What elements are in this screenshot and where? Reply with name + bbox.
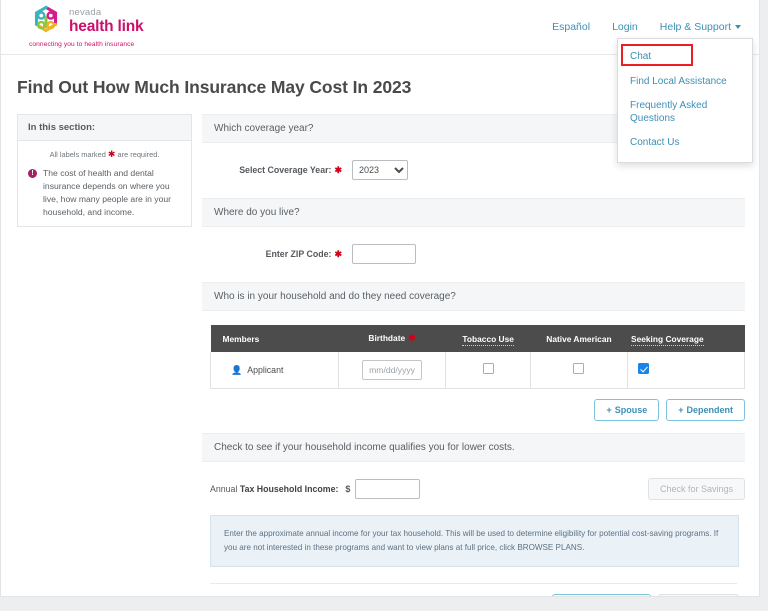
nav-item-espanol[interactable]: Español [552, 21, 590, 33]
col-seeking-coverage-label: Seeking Coverage [631, 333, 704, 346]
dropdown-item-contact-us[interactable]: Contact Us [618, 131, 752, 156]
required-note-pre: All labels marked [49, 150, 106, 159]
add-spouse-label: Spouse [614, 405, 648, 415]
required-asterisk-icon: ✱ [334, 164, 342, 175]
col-native-american-label: Native American [546, 333, 612, 344]
plus-icon: + [678, 405, 684, 415]
income-label-bold: Tax Household Income: [239, 484, 339, 494]
required-asterisk-icon: ✱ [334, 248, 342, 259]
page-container: nevada health link connecting you to hea… [0, 0, 760, 597]
footer-actions: Skip and Sign up Browse Plans [202, 584, 745, 596]
required-note-post: are required. [117, 150, 160, 159]
col-birthdate-label: Birthdate [368, 333, 406, 343]
tobacco-use-checkbox[interactable] [482, 363, 494, 374]
coverage-year-label-text: Select Coverage Year: [239, 164, 332, 175]
skip-and-sign-up-button[interactable]: Skip and Sign up [551, 594, 651, 596]
cell-seeking-coverage [626, 352, 745, 389]
person-icon: 👤 [231, 364, 243, 375]
add-dependent-label: Dependent [686, 405, 733, 415]
add-dependent-button[interactable]: + Dependent [666, 399, 745, 421]
table-header-row: Members Birthdate ✱ Tobacco Use Native Am… [210, 325, 745, 352]
dropdown-item-frequently-asked-questions[interactable]: Frequently Asked Questions [618, 94, 752, 131]
income-info-panel: Enter the approximate annual income for … [210, 515, 739, 568]
col-tobacco-use[interactable]: Tobacco Use [445, 325, 531, 352]
nav-help-support-label: Help & Support [659, 21, 731, 33]
sidebar-heading: In this section: [18, 115, 191, 141]
coverage-year-label: Select Coverage Year: ✱ [202, 165, 342, 176]
col-seeking-coverage[interactable]: Seeking Coverage [627, 325, 745, 352]
household-table: Members Birthdate ✱ Tobacco Use Native Am… [209, 325, 745, 389]
currency-symbol: $ [345, 484, 351, 494]
seeking-coverage-checkbox[interactable] [637, 363, 649, 374]
dropdown-item-chat[interactable]: Chat [618, 45, 752, 70]
annual-income-input[interactable] [355, 479, 421, 499]
section-heading-household: Who is in your household and do they nee… [202, 282, 745, 311]
income-label-plain: Annual [210, 484, 240, 494]
site-logo[interactable]: nevada health link connecting you to hea… [29, 4, 144, 48]
sidebar-info-text: The cost of health and dental insurance … [43, 168, 172, 217]
required-asterisk-icon: ✱ [107, 149, 116, 159]
coverage-year-select[interactable]: 2023 [352, 160, 408, 180]
plus-icon: + [606, 405, 612, 415]
member-name-text: Applicant [247, 364, 284, 375]
nav-item-help-support[interactable]: Help & Support [660, 21, 741, 33]
cell-birthdate [338, 352, 446, 389]
cell-member-name: 👤 Applicant [209, 352, 340, 389]
required-fields-note: All labels marked ✱ are required. [28, 149, 181, 160]
browse-plans-button[interactable]: Browse Plans [657, 594, 739, 596]
section-heading-income: Check to see if your household income qu… [202, 433, 745, 462]
cell-native-american [530, 352, 628, 389]
nav-item-login[interactable]: Login [612, 21, 638, 33]
logo-nevada-text: nevada [69, 7, 102, 18]
dropdown-item-find-local-assistance[interactable]: Find Local Assistance [618, 70, 752, 95]
col-birthdate: Birthdate ✱ [338, 325, 446, 352]
section-heading-location: Where do you live? [202, 198, 745, 227]
zip-field-row: Enter ZIP Code: ✱ [202, 227, 745, 282]
nevada-health-link-logo-icon [34, 5, 58, 33]
main-form: Which coverage year? Select Coverage Yea… [202, 114, 745, 596]
main-navigation: Español Login Help & Support [552, 21, 741, 33]
table-row: 👤 Applicant [209, 352, 745, 389]
col-native-american: Native American [530, 325, 627, 352]
logo-health-link-text: health link [69, 17, 144, 35]
cell-tobacco-use [444, 352, 532, 389]
zip-code-label: Enter ZIP Code: ✱ [202, 249, 342, 260]
add-spouse-button[interactable]: + Spouse [594, 399, 660, 421]
zip-code-input[interactable] [352, 244, 416, 264]
zip-code-label-text: Enter ZIP Code: [265, 248, 332, 259]
col-tobacco-use-label: Tobacco Use [462, 333, 514, 346]
income-label: Annual Tax Household Income: [210, 484, 338, 494]
birthdate-input[interactable] [362, 360, 423, 380]
help-support-dropdown-menu[interactable]: Chat Find Local Assistance Frequently As… [617, 38, 753, 163]
required-asterisk-icon: ✱ [408, 333, 416, 343]
info-icon: ! [28, 169, 37, 178]
income-field-row: Annual Tax Household Income: $ Check for… [202, 462, 745, 515]
native-american-checkbox[interactable] [573, 363, 585, 374]
col-members: Members [210, 325, 339, 352]
in-this-section-panel: In this section: All labels marked ✱ are… [17, 114, 192, 227]
household-table-wrapper: Members Birthdate ✱ Tobacco Use Native Am… [202, 311, 745, 421]
check-for-savings-button[interactable]: Check for Savings [647, 478, 745, 500]
chevron-down-icon [735, 25, 741, 30]
add-member-buttons: + Spouse + Dependent [210, 389, 745, 421]
logo-tagline: connecting you to health insurance [29, 41, 135, 48]
